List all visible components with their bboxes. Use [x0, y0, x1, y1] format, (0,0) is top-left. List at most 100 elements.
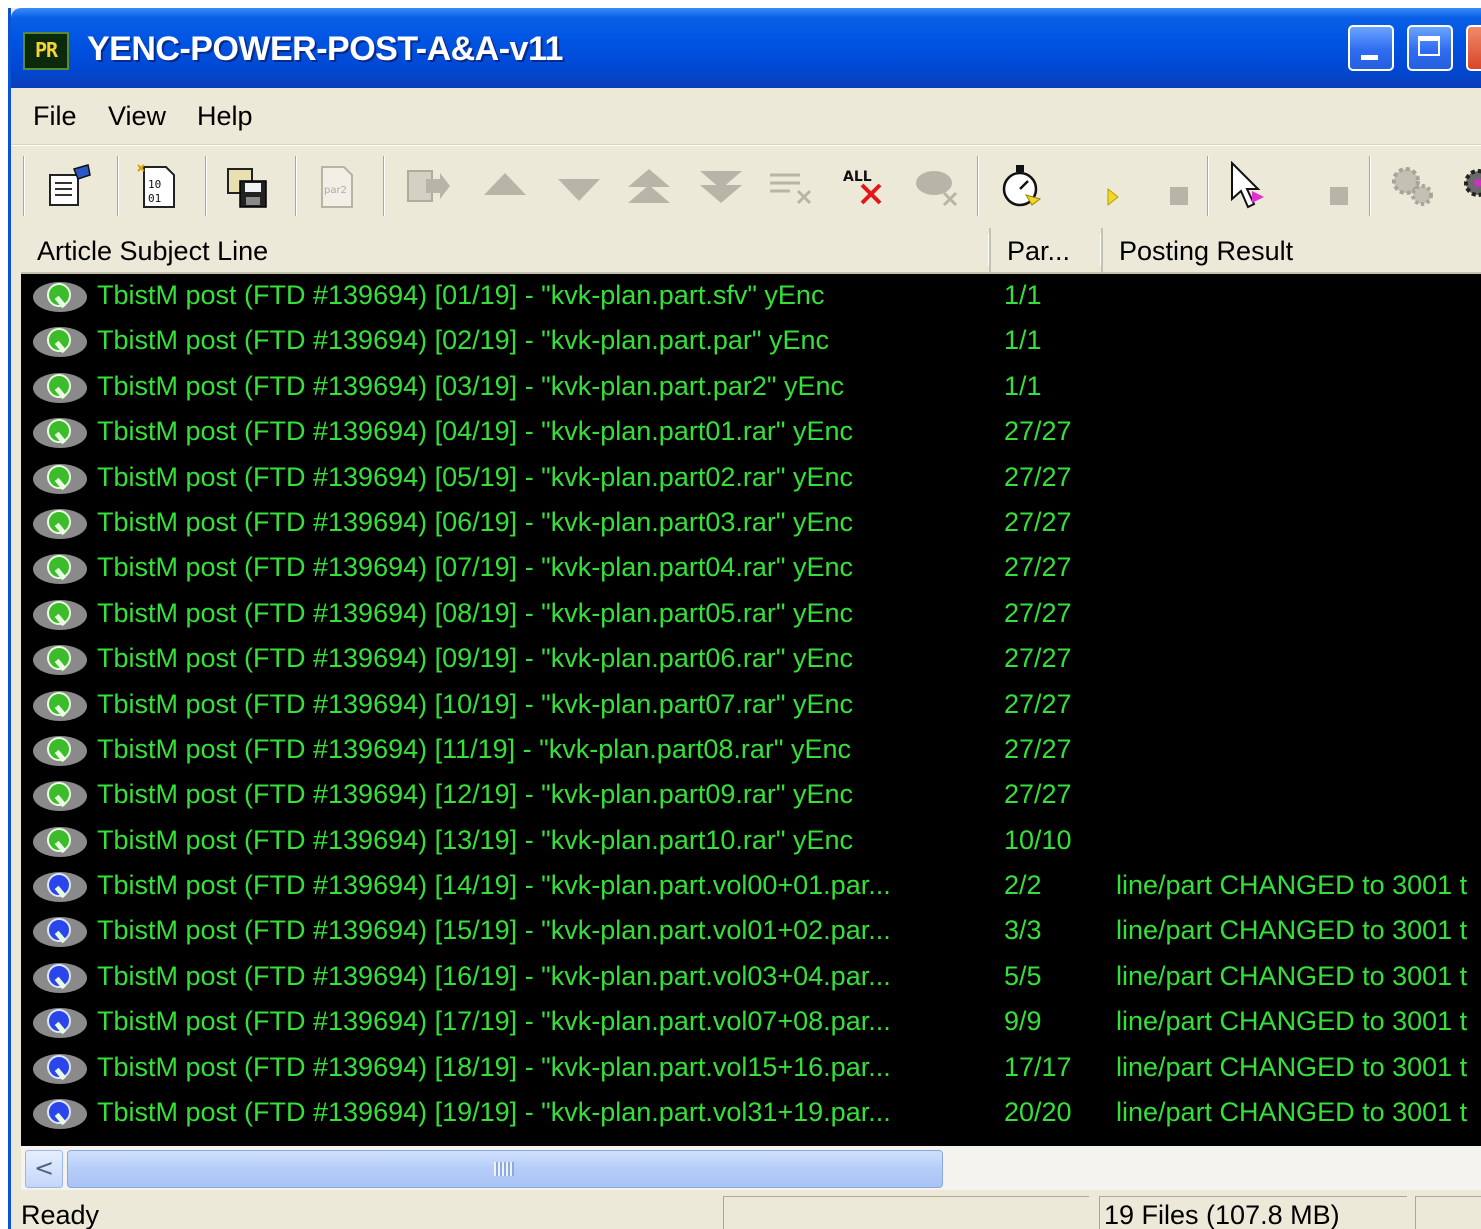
row-parts: 27/27 — [1004, 416, 1072, 447]
row-parts: 10/10 — [1004, 824, 1072, 855]
stopwatch-icon — [1002, 165, 1042, 207]
status-text: Ready — [21, 1200, 100, 1229]
table-row[interactable]: TbistM post (FTD #139694) [04/19] - "kvk… — [21, 410, 1481, 455]
table-row[interactable]: TbistM post (FTD #139694) [17/19] - "kvk… — [21, 1000, 1481, 1045]
row-parts: 9/9 — [1004, 1006, 1042, 1037]
file-count-text: 19 Files (107.8 MB) — [1104, 1200, 1340, 1229]
start-posting-button[interactable] — [1081, 156, 1141, 216]
table-row[interactable]: TbistM post (FTD #139694) [03/19] - "kvk… — [21, 365, 1481, 410]
toolbar-separator — [295, 156, 297, 216]
minimize-button[interactable] — [1348, 25, 1394, 71]
status-green-icon — [33, 826, 87, 857]
table-row[interactable]: TbistM post (FTD #139694) [11/19] - "kvk… — [21, 728, 1481, 773]
properties-button[interactable] — [39, 156, 99, 216]
toolbar: 10 01 par2 ALL — [11, 145, 1481, 226]
menu-help[interactable]: Help — [197, 101, 253, 132]
select-pointer-button[interactable] — [1219, 156, 1279, 216]
row-parts: 27/27 — [1004, 688, 1072, 719]
table-row[interactable]: TbistM post (FTD #139694) [08/19] - "kvk… — [21, 592, 1481, 637]
row-subject: TbistM post (FTD #139694) [10/19] - "kvk… — [97, 688, 853, 719]
table-row[interactable]: TbistM post (FTD #139694) [09/19] - "kvk… — [21, 637, 1481, 682]
column-header-parts[interactable]: Par... — [991, 228, 1103, 272]
status-blue-icon — [33, 1053, 87, 1084]
table-row[interactable]: TbistM post (FTD #139694) [01/19] - "kvk… — [21, 274, 1481, 319]
maximize-button[interactable] — [1407, 25, 1453, 71]
menu-view[interactable]: View — [108, 101, 166, 132]
save-list-button[interactable] — [217, 156, 277, 216]
column-header-subject[interactable]: Article Subject Line — [21, 228, 991, 272]
close-button[interactable] — [1466, 25, 1481, 71]
row-parts: 1/1 — [1004, 370, 1042, 401]
row-parts: 17/17 — [1004, 1051, 1072, 1082]
stop-selection-button — [1309, 156, 1369, 216]
row-parts: 27/27 — [1004, 461, 1072, 492]
toolbar-separator — [1369, 156, 1371, 216]
status-blue-icon — [33, 1008, 87, 1039]
gears-color-icon — [1464, 169, 1481, 197]
par-file-icon: par2 — [321, 166, 353, 208]
properties-icon — [49, 164, 91, 206]
remove-all-button[interactable]: ALL — [835, 156, 895, 216]
row-parts: 27/27 — [1004, 506, 1072, 537]
row-subject: TbistM post (FTD #139694) [08/19] - "kvk… — [97, 597, 853, 628]
status-green-icon — [33, 282, 87, 312]
row-result: line/part CHANGED to 3001 t — [1116, 915, 1468, 946]
row-parts: 27/27 — [1004, 643, 1072, 674]
menu-bar: File View Help — [11, 88, 1481, 145]
row-result: line/part CHANGED to 3001 t — [1116, 1097, 1468, 1128]
row-result: line/part CHANGED to 3001 t — [1116, 870, 1468, 901]
table-row[interactable]: TbistM post (FTD #139694) [15/19] - "kvk… — [21, 909, 1481, 954]
scroll-left-button[interactable]: < — [25, 1150, 63, 1188]
status-pane-empty — [723, 1196, 1089, 1229]
row-result: line/part CHANGED to 3001 t — [1116, 1051, 1468, 1082]
row-parts: 27/27 — [1004, 597, 1072, 628]
column-header-result[interactable]: Posting Result — [1103, 228, 1481, 272]
status-blue-icon — [33, 1099, 87, 1130]
menu-file[interactable]: File — [33, 101, 77, 132]
title-bar[interactable]: PR YENC-POWER-POST-A&A-v11 — [11, 8, 1481, 88]
status-bar: Ready 19 Files (107.8 MB) — [11, 1192, 1481, 1229]
table-row[interactable]: TbistM post (FTD #139694) [19/19] - "kvk… — [21, 1091, 1481, 1136]
list-header: Article Subject Line Par... Posting Resu… — [21, 228, 1481, 274]
toolbar-separator — [383, 156, 385, 216]
row-subject: TbistM post (FTD #139694) [12/19] - "kvk… — [97, 779, 853, 810]
status-green-icon — [33, 781, 87, 812]
status-blue-icon — [33, 872, 87, 903]
table-row[interactable]: TbistM post (FTD #139694) [13/19] - "kvk… — [21, 819, 1481, 864]
scroll-thumb[interactable] — [67, 1150, 943, 1188]
play-icon — [1107, 187, 1119, 207]
table-row[interactable]: TbistM post (FTD #139694) [06/19] - "kvk… — [21, 501, 1481, 546]
row-subject: TbistM post (FTD #139694) [17/19] - "kvk… — [97, 1006, 891, 1037]
status-green-icon — [33, 554, 87, 585]
edit-subject-button — [397, 156, 457, 216]
app-window: PR YENC-POWER-POST-A&A-v11 File View Hel… — [8, 8, 1481, 1229]
table-row[interactable]: TbistM post (FTD #139694) [14/19] - "kvk… — [21, 864, 1481, 909]
table-row[interactable]: TbistM post (FTD #139694) [02/19] - "kvk… — [21, 319, 1481, 364]
row-subject: TbistM post (FTD #139694) [18/19] - "kvk… — [97, 1051, 891, 1082]
gears-icon — [1392, 167, 1433, 206]
clear-cloud-button — [907, 156, 967, 216]
horizontal-scrollbar[interactable]: < — [21, 1146, 1481, 1190]
add-files-button[interactable]: 10 01 — [129, 156, 189, 216]
row-parts: 5/5 — [1004, 960, 1042, 991]
article-list[interactable]: Article Subject Line Par... Posting Resu… — [21, 228, 1481, 1146]
table-row[interactable]: TbistM post (FTD #139694) [12/19] - "kvk… — [21, 773, 1481, 818]
row-subject: TbistM post (FTD #139694) [01/19] - "kvk… — [97, 280, 825, 310]
svg-text:01: 01 — [148, 192, 161, 205]
advanced-settings-button[interactable] — [1451, 156, 1481, 216]
row-subject: TbistM post (FTD #139694) [06/19] - "kvk… — [97, 506, 853, 537]
row-result: line/part CHANGED to 3001 t — [1116, 960, 1468, 991]
move-bottom-button — [691, 156, 751, 216]
schedule-button[interactable] — [991, 156, 1051, 216]
move-up-button — [475, 156, 535, 216]
table-row[interactable]: TbistM post (FTD #139694) [16/19] - "kvk… — [21, 955, 1481, 1000]
toolbar-separator — [23, 156, 25, 216]
move-top-button — [619, 156, 679, 216]
edit-arrow-icon — [407, 170, 450, 202]
table-row[interactable]: TbistM post (FTD #139694) [18/19] - "kvk… — [21, 1046, 1481, 1091]
table-row[interactable]: TbistM post (FTD #139694) [10/19] - "kvk… — [21, 683, 1481, 728]
status-pane-files: 19 Files (107.8 MB) — [1099, 1196, 1407, 1229]
table-row[interactable]: TbistM post (FTD #139694) [05/19] - "kvk… — [21, 456, 1481, 501]
row-subject: TbistM post (FTD #139694) [07/19] - "kvk… — [97, 552, 853, 583]
table-row[interactable]: TbistM post (FTD #139694) [07/19] - "kvk… — [21, 546, 1481, 591]
